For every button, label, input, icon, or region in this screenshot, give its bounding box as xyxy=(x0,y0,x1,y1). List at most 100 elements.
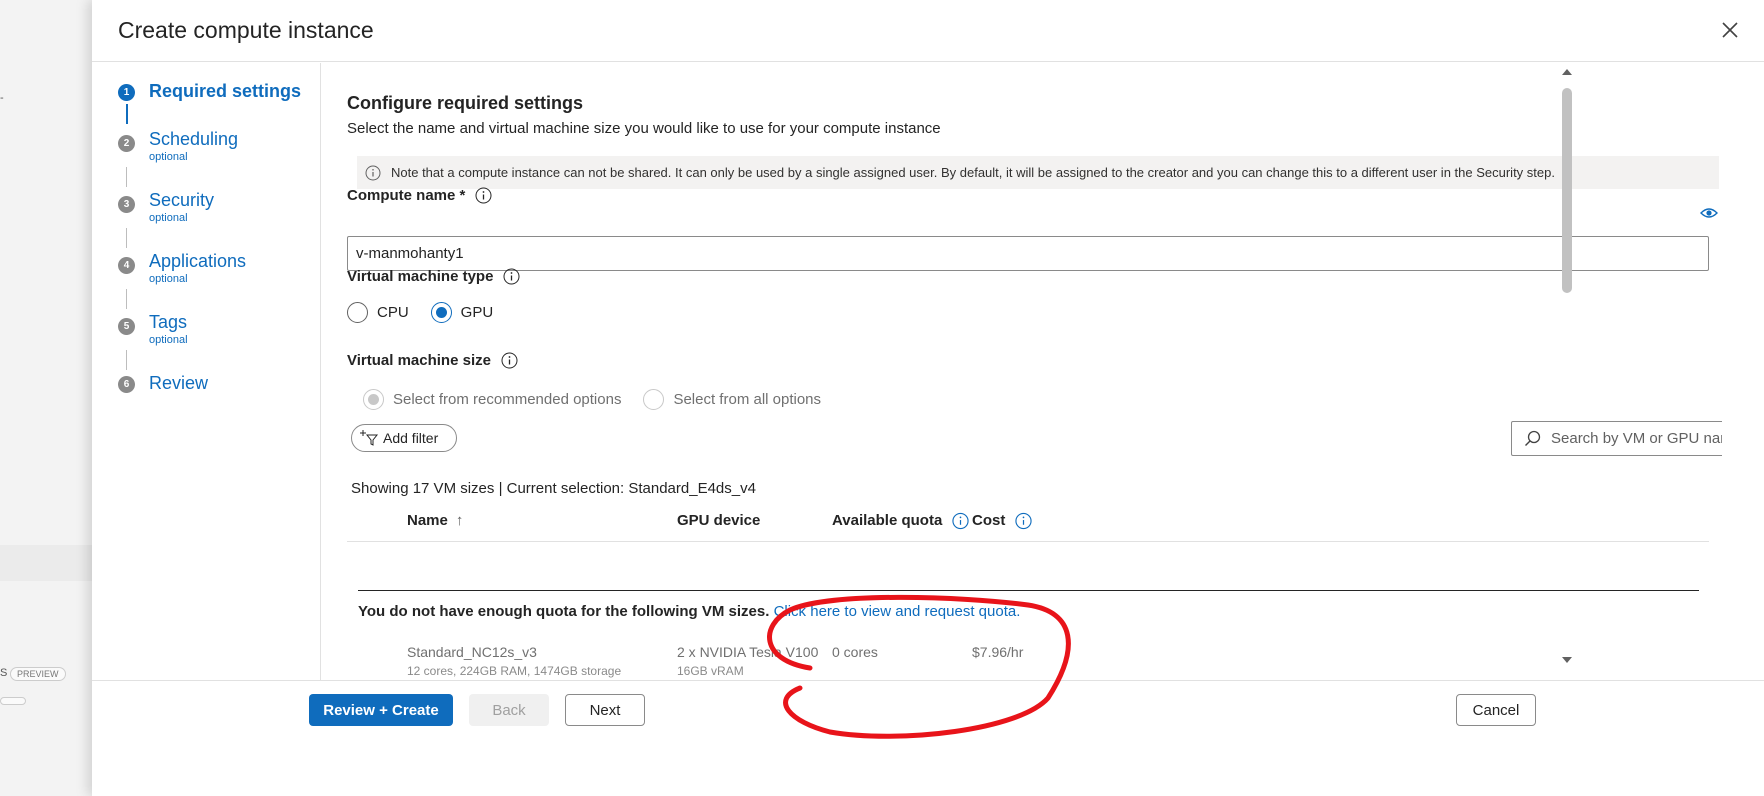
panel-footer: Review + Create Back Next Cancel xyxy=(92,680,1764,796)
gpu-radio-label[interactable]: GPU xyxy=(461,304,494,321)
step-number: 6 xyxy=(118,376,135,393)
step-optional: optional xyxy=(149,273,188,285)
step-scheduling[interactable]: 2 Scheduling optional xyxy=(118,129,238,163)
column-header-gpu: GPU device xyxy=(677,512,761,529)
close-icon xyxy=(1722,22,1738,38)
vm-size-label: Virtual machine size xyxy=(347,352,518,369)
preview-badge xyxy=(0,697,26,705)
step-connector xyxy=(126,167,127,187)
vm-type-label-text: Virtual machine type xyxy=(347,268,494,285)
panel-title: Create compute instance xyxy=(118,17,374,43)
step-label: Tags xyxy=(149,312,188,332)
vm-search-input[interactable]: Search by VM or GPU name... xyxy=(1511,421,1722,456)
scroll-down-icon[interactable] xyxy=(1562,655,1572,665)
step-number: 4 xyxy=(118,257,135,274)
step-connector xyxy=(126,228,127,248)
eye-icon[interactable] xyxy=(1699,206,1719,220)
panel-header: Create compute instance xyxy=(92,0,1764,62)
step-label: Security xyxy=(149,190,215,210)
add-filter-label: Add filter xyxy=(383,430,439,446)
compute-name-input[interactable]: v-manmohanty1 xyxy=(347,236,1709,271)
background-page: - S PREVIEW xyxy=(0,0,92,796)
column-header-name[interactable]: Name ↑ xyxy=(407,512,463,529)
step-connector xyxy=(126,350,127,370)
background-row xyxy=(0,545,92,581)
compute-name-label-text: Compute name * xyxy=(347,187,466,204)
info-icon[interactable] xyxy=(501,352,518,369)
quota-group-divider xyxy=(358,590,1699,591)
column-cost-label: Cost xyxy=(972,512,1006,529)
vm-size-radio-group: Select from recommended options Select f… xyxy=(363,389,843,410)
cost-cell: $7.96/hr xyxy=(972,644,1024,660)
scroll-up-icon[interactable] xyxy=(1562,67,1572,77)
info-icon[interactable] xyxy=(1015,512,1032,530)
add-filter-button[interactable]: Add filter xyxy=(351,424,457,452)
info-note: Note that a compute instance can not be … xyxy=(357,156,1719,189)
settings-content: Configure required settings Select the n… xyxy=(322,63,1722,763)
wizard-nav: 1 Required settings 2 Scheduling optional… xyxy=(92,63,321,763)
quota-warning-text: You do not have enough quota for the fol… xyxy=(358,603,770,620)
quota-cell: 0 cores xyxy=(832,644,878,660)
recommended-options-label[interactable]: Select from recommended options xyxy=(393,391,621,408)
gpu-device-cell: 2 x NVIDIA Tesla V100 xyxy=(677,644,819,660)
quota-warning: You do not have enough quota for the fol… xyxy=(358,603,1020,620)
step-number: 3 xyxy=(118,196,135,213)
step-label: Required settings xyxy=(149,81,302,101)
back-button[interactable]: Back xyxy=(469,694,549,726)
vm-count-summary: Showing 17 VM sizes | Current selection:… xyxy=(351,480,756,497)
sort-ascending-icon: ↑ xyxy=(455,512,464,529)
step-label: Scheduling xyxy=(149,129,239,149)
step-label: Review xyxy=(149,373,209,393)
all-options-label[interactable]: Select from all options xyxy=(673,391,821,408)
search-placeholder: Search by VM or GPU name... xyxy=(1551,430,1722,447)
scrollbar-thumb[interactable] xyxy=(1562,88,1572,293)
column-header-quota: Available quota xyxy=(832,512,969,530)
step-applications[interactable]: 4 Applications optional xyxy=(118,251,246,285)
column-name-label: Name xyxy=(407,512,448,529)
step-connector xyxy=(126,104,128,124)
gpu-memory-cell: 16GB vRAM xyxy=(677,664,744,678)
table-header-divider xyxy=(347,541,1709,542)
step-security[interactable]: 3 Security optional xyxy=(118,190,214,224)
step-number: 1 xyxy=(118,84,135,101)
step-review[interactable]: 6 Review xyxy=(118,373,208,394)
cancel-button[interactable]: Cancel xyxy=(1456,694,1536,726)
background-text: S xyxy=(0,667,8,679)
info-icon[interactable] xyxy=(952,512,969,530)
step-optional: optional xyxy=(149,151,188,163)
search-icon xyxy=(1525,430,1541,446)
step-connector xyxy=(126,289,127,309)
step-tags[interactable]: 5 Tags optional xyxy=(118,312,188,346)
close-button[interactable] xyxy=(1718,18,1742,42)
vm-specs-cell: 12 cores, 224GB RAM, 1474GB storage xyxy=(407,664,622,678)
recommended-options-radio[interactable] xyxy=(363,389,384,410)
next-button[interactable]: Next xyxy=(565,694,645,726)
step-number: 5 xyxy=(118,318,135,335)
step-label: Applications xyxy=(149,251,247,271)
all-options-radio[interactable] xyxy=(643,389,665,410)
background-text: - xyxy=(0,92,4,104)
section-description: Select the name and virtual machine size… xyxy=(347,120,941,137)
cpu-radio-label[interactable]: CPU xyxy=(377,304,409,321)
info-icon[interactable] xyxy=(503,268,520,285)
create-compute-panel: Create compute instance 1 Required setti… xyxy=(92,0,1764,796)
step-required-settings[interactable]: 1 Required settings xyxy=(118,81,301,102)
cpu-radio[interactable] xyxy=(347,302,368,323)
column-header-cost: Cost xyxy=(972,512,1032,530)
vm-name-cell[interactable]: Standard_NC12s_v3 xyxy=(407,644,537,660)
gpu-radio[interactable] xyxy=(430,302,452,323)
column-quota-label: Available quota xyxy=(832,512,943,529)
vm-type-radio-group: CPU GPU xyxy=(347,302,515,323)
request-quota-link[interactable]: Click here to view and request quota. xyxy=(774,603,1021,620)
step-optional: optional xyxy=(149,212,188,224)
vm-type-label: Virtual machine type xyxy=(347,268,520,285)
filter-icon xyxy=(360,430,379,446)
info-icon[interactable] xyxy=(475,187,492,204)
review-create-button[interactable]: Review + Create xyxy=(309,694,453,726)
info-icon xyxy=(365,165,381,180)
vm-size-label-text: Virtual machine size xyxy=(347,352,491,369)
preview-badge: PREVIEW xyxy=(10,667,66,681)
note-text: Note that a compute instance can not be … xyxy=(391,165,1555,180)
compute-name-label: Compute name * xyxy=(347,187,492,204)
section-heading: Configure required settings xyxy=(347,93,584,113)
